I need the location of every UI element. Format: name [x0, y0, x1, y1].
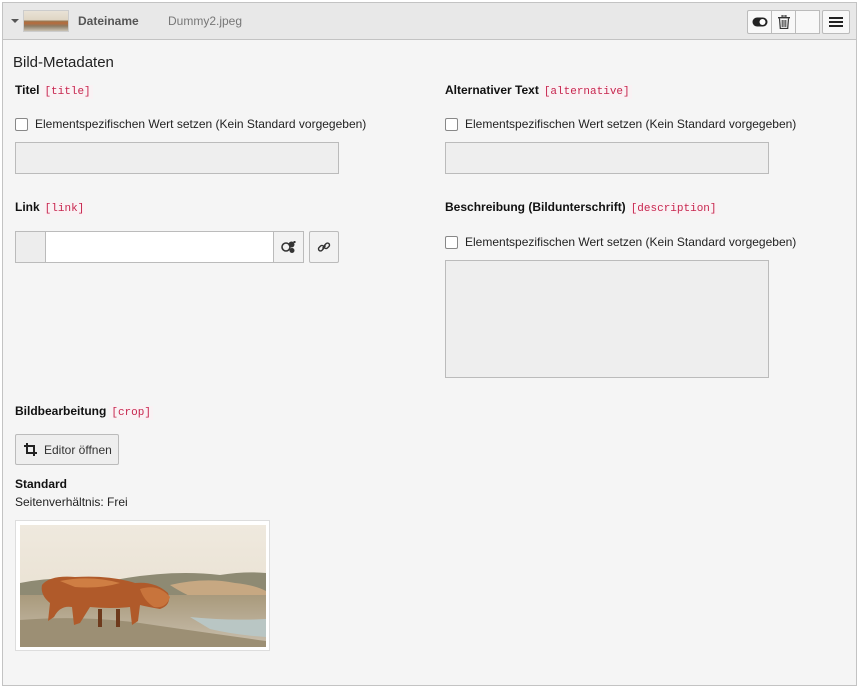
panel-header[interactable]: Dateiname Dummy2.jpeg: [3, 3, 856, 40]
image-thumbnail: [23, 10, 69, 32]
trash-icon: [777, 15, 790, 29]
toggle-visibility-button[interactable]: [747, 10, 772, 34]
highland-cow-image: [20, 525, 266, 647]
title-field-label: Titel [title]: [15, 83, 93, 99]
delete-button[interactable]: [771, 10, 796, 34]
title-field-key: [title]: [42, 85, 93, 99]
alternative-label-text: Alternativer Text: [445, 83, 539, 97]
crop-variant-title: Standard: [15, 477, 68, 491]
title-input[interactable]: [15, 142, 339, 174]
crop-field-label: Bildbearbeitung [crop]: [15, 404, 153, 420]
link-input[interactable]: [45, 231, 274, 263]
chain-link-icon: [317, 242, 331, 252]
title-override-checkbox-row[interactable]: Elementspezifischen Wert setzen (Kein St…: [15, 116, 366, 131]
description-field-label: Beschreibung (Bildunterschrift) [descript…: [445, 200, 719, 216]
menu-icon: [829, 17, 843, 27]
description-label-text: Beschreibung (Bildunterschrift): [445, 200, 626, 214]
description-textarea[interactable]: [445, 260, 769, 378]
alternative-override-checkbox[interactable]: [445, 118, 458, 131]
link-label-text: Link: [15, 200, 40, 214]
file-name-value: Dummy2.jpeg: [168, 14, 243, 28]
title-override-checkbox[interactable]: [15, 118, 28, 131]
alternative-field-label: Alternativer Text [alternative]: [445, 83, 632, 99]
link-field-label: Link [link]: [15, 200, 87, 216]
description-override-checkbox[interactable]: [445, 236, 458, 249]
description-field-key: [description]: [628, 202, 719, 216]
link-input-addon: [15, 231, 46, 263]
title-label-text: Titel: [15, 83, 40, 97]
toggle-icon: [752, 17, 767, 27]
link-open-button[interactable]: [309, 231, 339, 263]
crop-aspect-ratio: Seitenverhältnis: Frei: [15, 495, 128, 509]
crop-field-key: [crop]: [109, 406, 153, 420]
link-browser-button[interactable]: [273, 231, 304, 263]
crop-icon: [24, 443, 37, 456]
open-editor-button[interactable]: Editor öffnen: [15, 434, 119, 465]
crop-label-text: Bildbearbeitung: [15, 404, 107, 418]
description-override-label: Elementspezifischen Wert setzen (Kein St…: [465, 234, 797, 249]
title-override-label: Elementspezifischen Wert setzen (Kein St…: [35, 116, 367, 131]
link-wizard-icon: [280, 241, 295, 253]
alternative-override-label: Elementspezifischen Wert setzen (Kein St…: [465, 116, 797, 131]
caret-down-icon[interactable]: [11, 19, 19, 23]
open-editor-label: Editor öffnen: [44, 442, 112, 457]
description-override-checkbox-row[interactable]: Elementspezifischen Wert setzen (Kein St…: [445, 234, 796, 249]
alternative-input[interactable]: [445, 142, 769, 174]
header-button-group: [747, 10, 820, 34]
file-name-label: Dateiname: [78, 14, 139, 28]
empty-action-button[interactable]: [795, 10, 820, 34]
section-title: Bild-Metadaten: [13, 54, 114, 71]
link-field-key: [link]: [42, 202, 87, 216]
image-preview-frame: [15, 520, 270, 651]
alternative-field-key: [alternative]: [541, 85, 632, 99]
alternative-override-checkbox-row[interactable]: Elementspezifischen Wert setzen (Kein St…: [445, 116, 796, 131]
drag-menu-button[interactable]: [822, 10, 850, 34]
